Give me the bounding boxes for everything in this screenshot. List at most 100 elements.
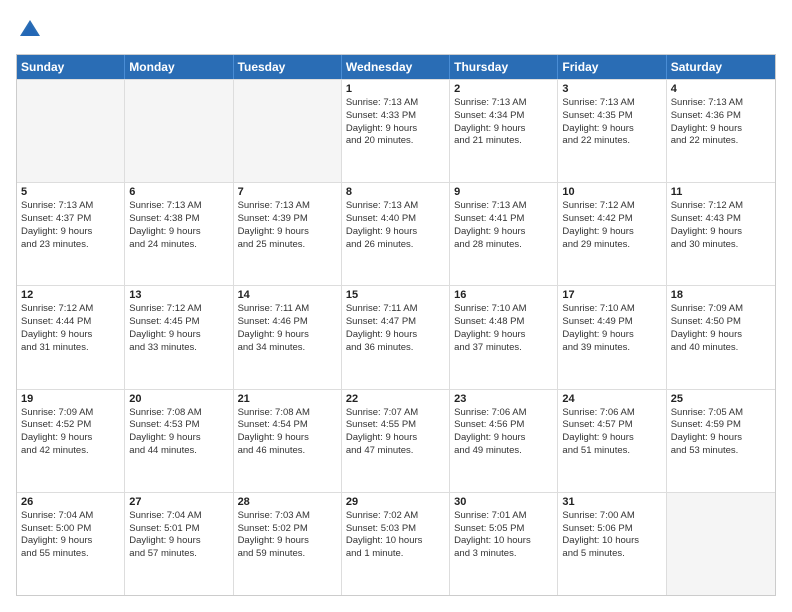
- calendar-cell: 8 Sunrise: 7:13 AM Sunset: 4:40 PM Daylig…: [342, 183, 450, 285]
- calendar-cell: 14 Sunrise: 7:11 AM Sunset: 4:46 PM Dayli…: [234, 286, 342, 388]
- day-number: 13: [129, 289, 228, 301]
- calendar-cell: 16 Sunrise: 7:10 AM Sunset: 4:48 PM Dayli…: [450, 286, 558, 388]
- cell-info: Sunrise: 7:07 AM Sunset: 4:55 PM Dayligh…: [346, 407, 445, 458]
- calendar-row-1: 1 Sunrise: 7:13 AM Sunset: 4:33 PM Daylig…: [17, 79, 775, 182]
- cell-info: Sunrise: 7:12 AM Sunset: 4:42 PM Dayligh…: [562, 200, 661, 251]
- calendar-body: 1 Sunrise: 7:13 AM Sunset: 4:33 PM Daylig…: [17, 79, 775, 595]
- calendar-cell: 2Sunrise: 7:13 AM Sunset: 4:34 PM Daylig…: [450, 80, 558, 182]
- calendar-cell: 18 Sunrise: 7:09 AM Sunset: 4:50 PM Dayli…: [667, 286, 775, 388]
- header-sunday: Sunday: [17, 55, 125, 79]
- calendar-cell: 5Sunrise: 7:13 AM Sunset: 4:37 PM Daylig…: [17, 183, 125, 285]
- day-number: 1: [346, 83, 445, 95]
- calendar-cell: 21 Sunrise: 7:08 AM Sunset: 4:54 PM Dayli…: [234, 390, 342, 492]
- cell-info: Sunrise: 7:05 AM Sunset: 4:59 PM Dayligh…: [671, 407, 771, 458]
- day-number: 6: [129, 186, 228, 198]
- cell-info: Sunrise: 7:01 AM Sunset: 5:05 PM Dayligh…: [454, 510, 553, 561]
- cell-info: Sunrise: 7:04 AM Sunset: 5:01 PM Dayligh…: [129, 510, 228, 561]
- day-number: 12: [21, 289, 120, 301]
- day-number: 10: [562, 186, 661, 198]
- day-number: 24: [562, 393, 661, 405]
- calendar-cell: 25 Sunrise: 7:05 AM Sunset: 4:59 PM Dayli…: [667, 390, 775, 492]
- header-wednesday: Wednesday: [342, 55, 450, 79]
- day-number: 15: [346, 289, 445, 301]
- day-number: 28: [238, 496, 337, 508]
- cell-info: Sunrise: 7:08 AM Sunset: 4:53 PM Dayligh…: [129, 407, 228, 458]
- calendar-cell: 10 Sunrise: 7:12 AM Sunset: 4:42 PM Dayli…: [558, 183, 666, 285]
- day-number: 17: [562, 289, 661, 301]
- cell-info: Sunrise: 7:03 AM Sunset: 5:02 PM Dayligh…: [238, 510, 337, 561]
- cell-info: Sunrise: 7:11 AM Sunset: 4:46 PM Dayligh…: [238, 303, 337, 354]
- calendar-cell: [667, 493, 775, 595]
- day-number: 21: [238, 393, 337, 405]
- day-number: 14: [238, 289, 337, 301]
- cell-info: Sunrise: 7:06 AM Sunset: 4:57 PM Dayligh…: [562, 407, 661, 458]
- cell-info: Sunrise: 7:11 AM Sunset: 4:47 PM Dayligh…: [346, 303, 445, 354]
- calendar: Sunday Monday Tuesday Wednesday Thursday…: [16, 54, 776, 596]
- cell-info: Sunrise: 7:13 AM Sunset: 4:36 PM Dayligh…: [671, 97, 771, 148]
- cell-info: Sunrise: 7:13 AM Sunset: 4:41 PM Dayligh…: [454, 200, 553, 251]
- calendar-cell: 1 Sunrise: 7:13 AM Sunset: 4:33 PM Daylig…: [342, 80, 450, 182]
- cell-info: Sunrise: 7:09 AM Sunset: 4:52 PM Dayligh…: [21, 407, 120, 458]
- day-number: 4: [671, 83, 771, 95]
- day-number: 22: [346, 393, 445, 405]
- cell-info: Sunrise: 7:00 AM Sunset: 5:06 PM Dayligh…: [562, 510, 661, 561]
- cell-info: Sunrise: 7:08 AM Sunset: 4:54 PM Dayligh…: [238, 407, 337, 458]
- calendar-row-2: 5Sunrise: 7:13 AM Sunset: 4:37 PM Daylig…: [17, 182, 775, 285]
- calendar-row-4: 19 Sunrise: 7:09 AM Sunset: 4:52 PM Dayli…: [17, 389, 775, 492]
- calendar-cell: 23Sunrise: 7:06 AM Sunset: 4:56 PM Dayli…: [450, 390, 558, 492]
- calendar-cell: [125, 80, 233, 182]
- header-monday: Monday: [125, 55, 233, 79]
- calendar-cell: 31 Sunrise: 7:00 AM Sunset: 5:06 PM Dayli…: [558, 493, 666, 595]
- calendar-cell: 6 Sunrise: 7:13 AM Sunset: 4:38 PM Daylig…: [125, 183, 233, 285]
- calendar-cell: 20 Sunrise: 7:08 AM Sunset: 4:53 PM Dayli…: [125, 390, 233, 492]
- cell-info: Sunrise: 7:13 AM Sunset: 4:38 PM Dayligh…: [129, 200, 228, 251]
- cell-info: Sunrise: 7:06 AM Sunset: 4:56 PM Dayligh…: [454, 407, 553, 458]
- cell-info: Sunrise: 7:09 AM Sunset: 4:50 PM Dayligh…: [671, 303, 771, 354]
- header-thursday: Thursday: [450, 55, 558, 79]
- day-number: 7: [238, 186, 337, 198]
- day-number: 11: [671, 186, 771, 198]
- cell-info: Sunrise: 7:10 AM Sunset: 4:48 PM Dayligh…: [454, 303, 553, 354]
- day-number: 30: [454, 496, 553, 508]
- calendar-cell: 13Sunrise: 7:12 AM Sunset: 4:45 PM Dayli…: [125, 286, 233, 388]
- cell-info: Sunrise: 7:02 AM Sunset: 5:03 PM Dayligh…: [346, 510, 445, 561]
- day-number: 3: [562, 83, 661, 95]
- calendar-cell: 19 Sunrise: 7:09 AM Sunset: 4:52 PM Dayli…: [17, 390, 125, 492]
- calendar-cell: 27 Sunrise: 7:04 AM Sunset: 5:01 PM Dayli…: [125, 493, 233, 595]
- calendar-cell: [234, 80, 342, 182]
- cell-info: Sunrise: 7:13 AM Sunset: 4:39 PM Dayligh…: [238, 200, 337, 251]
- calendar-cell: 17 Sunrise: 7:10 AM Sunset: 4:49 PM Dayli…: [558, 286, 666, 388]
- day-number: 20: [129, 393, 228, 405]
- calendar-cell: 4 Sunrise: 7:13 AM Sunset: 4:36 PM Daylig…: [667, 80, 775, 182]
- day-number: 9: [454, 186, 553, 198]
- cell-info: Sunrise: 7:13 AM Sunset: 4:40 PM Dayligh…: [346, 200, 445, 251]
- cell-info: Sunrise: 7:12 AM Sunset: 4:44 PM Dayligh…: [21, 303, 120, 354]
- calendar-cell: 7 Sunrise: 7:13 AM Sunset: 4:39 PM Daylig…: [234, 183, 342, 285]
- day-number: 8: [346, 186, 445, 198]
- calendar-cell: 9 Sunrise: 7:13 AM Sunset: 4:41 PM Daylig…: [450, 183, 558, 285]
- day-number: 19: [21, 393, 120, 405]
- day-number: 31: [562, 496, 661, 508]
- cell-info: Sunrise: 7:10 AM Sunset: 4:49 PM Dayligh…: [562, 303, 661, 354]
- day-number: 25: [671, 393, 771, 405]
- calendar-cell: 29Sunrise: 7:02 AM Sunset: 5:03 PM Dayli…: [342, 493, 450, 595]
- logo-icon: [16, 16, 44, 44]
- day-number: 27: [129, 496, 228, 508]
- cell-info: Sunrise: 7:04 AM Sunset: 5:00 PM Dayligh…: [21, 510, 120, 561]
- day-number: 5: [21, 186, 120, 198]
- cell-info: Sunrise: 7:12 AM Sunset: 4:43 PM Dayligh…: [671, 200, 771, 251]
- day-number: 16: [454, 289, 553, 301]
- calendar-cell: [17, 80, 125, 182]
- page: Sunday Monday Tuesday Wednesday Thursday…: [0, 0, 792, 612]
- calendar-row-3: 12 Sunrise: 7:12 AM Sunset: 4:44 PM Dayli…: [17, 285, 775, 388]
- header-saturday: Saturday: [667, 55, 775, 79]
- calendar-cell: 3Sunrise: 7:13 AM Sunset: 4:35 PM Daylig…: [558, 80, 666, 182]
- calendar-cell: 11 Sunrise: 7:12 AM Sunset: 4:43 PM Dayli…: [667, 183, 775, 285]
- cell-info: Sunrise: 7:13 AM Sunset: 4:33 PM Dayligh…: [346, 97, 445, 148]
- calendar-cell: 22 Sunrise: 7:07 AM Sunset: 4:55 PM Dayli…: [342, 390, 450, 492]
- calendar-cell: 30 Sunrise: 7:01 AM Sunset: 5:05 PM Dayli…: [450, 493, 558, 595]
- calendar-cell: 28 Sunrise: 7:03 AM Sunset: 5:02 PM Dayli…: [234, 493, 342, 595]
- header-tuesday: Tuesday: [234, 55, 342, 79]
- day-number: 18: [671, 289, 771, 301]
- day-number: 26: [21, 496, 120, 508]
